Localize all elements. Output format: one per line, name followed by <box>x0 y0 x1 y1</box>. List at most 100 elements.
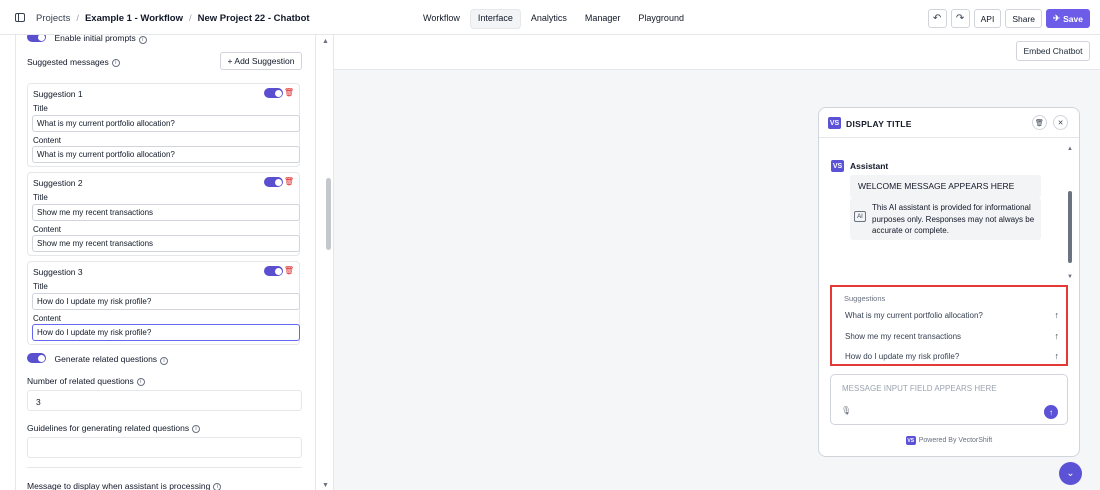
suggestions-heading: Suggestions <box>844 294 886 303</box>
arrow-up-icon: ↑ <box>1054 351 1060 361</box>
suggestion-title: Suggestion 3 <box>33 267 83 277</box>
message-input[interactable]: MESSAGE INPUT FIELD APPEARS HERE 🎙 ↑ <box>830 374 1068 425</box>
processing-label: Message to display when assistant is pro… <box>27 481 211 490</box>
number-related-input[interactable]: 3 <box>27 390 302 411</box>
info-icon: i <box>160 356 169 365</box>
chat-toggle-button[interactable]: ⌄ <box>1059 462 1082 485</box>
suggestion-chip-label: What is my current portfolio allocation? <box>845 311 983 320</box>
vectorshift-logo: VS <box>905 436 916 445</box>
content-label: Content <box>33 314 62 323</box>
arrow-up-icon: ↑ <box>1049 407 1053 417</box>
trash-icon[interactable]: 🗑 <box>284 88 294 97</box>
suggestion-content-field[interactable]: What is my current portfolio allocation? <box>32 146 300 163</box>
sidebar-toggle-icon[interactable] <box>15 13 25 22</box>
divider <box>27 467 302 468</box>
send-button[interactable]: ↑ <box>1044 405 1058 419</box>
settings-panel: Enable initial prompts i Suggested messag… <box>15 35 316 490</box>
title-label: Title <box>33 104 48 113</box>
clear-chat-button[interactable]: 🗑 <box>1032 115 1047 130</box>
guidelines-input[interactable] <box>27 437 302 458</box>
suggestion-card: Suggestion 2 🗑 Title Show me my recent t… <box>27 172 300 256</box>
breadcrumb-chatbot[interactable]: New Project 22 - Chatbot <box>198 13 310 24</box>
suggestion-content-field[interactable]: Show me my recent transactions <box>32 235 300 252</box>
suggestion-chip[interactable]: How do I update my risk profile? ↑ <box>845 351 1060 361</box>
scroll-down-icon[interactable]: ▼ <box>322 482 329 489</box>
generate-related-label: Generate related questions <box>54 354 158 364</box>
content-label: Content <box>33 136 62 145</box>
info-icon: i <box>138 35 147 44</box>
trash-icon[interactable]: 🗑 <box>284 266 294 275</box>
close-button[interactable]: ✕ <box>1053 115 1068 130</box>
vectorshift-logo: VS <box>828 117 841 129</box>
embed-chatbot-button[interactable]: Embed Chatbot <box>1016 41 1090 61</box>
suggestion-title-field[interactable]: Show me my recent transactions <box>32 204 300 221</box>
tab-analytics[interactable]: Analytics <box>523 9 575 29</box>
suggestion-card: Suggestion 1 🗑 Title What is my current … <box>27 83 300 167</box>
info-icon: i <box>111 58 120 67</box>
share-button[interactable]: Share <box>1005 9 1043 28</box>
enable-initial-prompts-label: Enable initial prompts <box>54 35 136 43</box>
save-label: Save <box>1063 13 1083 24</box>
suggestion-content-field[interactable]: How do I update my risk profile? <box>32 324 300 341</box>
suggestion-title: Suggestion 1 <box>33 89 83 99</box>
suggestion-toggle[interactable] <box>264 177 283 187</box>
suggestion-chip-label: How do I update my risk profile? <box>845 352 960 361</box>
welcome-message: WELCOME MESSAGE APPEARS HERE <box>850 175 1041 198</box>
tab-playground[interactable]: Playground <box>630 9 692 29</box>
main-tabs: Workflow Interface Analytics Manager Pla… <box>415 9 692 29</box>
tab-interface[interactable]: Interface <box>469 9 521 29</box>
tab-manager[interactable]: Manager <box>577 9 629 29</box>
api-button[interactable]: API <box>973 9 1002 28</box>
scrollbar-thumb[interactable] <box>326 178 331 250</box>
microphone-icon[interactable]: 🎙 <box>841 406 851 415</box>
suggestion-chip[interactable]: What is my current portfolio allocation?… <box>845 310 1060 320</box>
scroll-up-icon[interactable]: ▲ <box>1067 146 1073 152</box>
chat-scrollbar[interactable]: ▲ ▼ <box>1067 146 1075 280</box>
trash-icon[interactable]: 🗑 <box>284 177 294 186</box>
rocket-icon: ✈ <box>1053 13 1061 23</box>
arrow-up-icon: ↑ <box>1054 310 1060 320</box>
suggestion-title-field[interactable]: How do I update my risk profile? <box>32 293 300 310</box>
suggestion-toggle[interactable] <box>264 266 283 276</box>
enable-initial-prompts-toggle[interactable] <box>27 35 46 42</box>
info-icon: i <box>192 424 201 433</box>
info-icon: i <box>136 377 145 386</box>
disclaimer-box: AI This AI assistant is provided for inf… <box>850 198 1041 240</box>
save-button[interactable]: ✈ Save <box>1046 9 1090 28</box>
trash-icon: 🗑 <box>1035 119 1044 127</box>
undo-button[interactable]: ↶ <box>927 9 947 28</box>
arrow-up-icon: ↑ <box>1054 331 1060 341</box>
suggestion-toggle[interactable] <box>264 88 283 98</box>
undo-icon: ↶ <box>932 13 942 24</box>
top-bar: Projects / Example 1 - Workflow / New Projec… <box>0 0 1100 35</box>
title-label: Title <box>33 193 48 202</box>
info-icon: i <box>213 482 222 490</box>
breadcrumb-projects[interactable]: Projects <box>36 13 70 24</box>
title-label: Title <box>33 282 48 291</box>
breadcrumb: Projects / Example 1 - Workflow / New Projec… <box>36 13 310 24</box>
redo-button[interactable]: ↷ <box>950 9 970 28</box>
suggestion-chip-label: Show me my recent transactions <box>845 332 962 341</box>
add-suggestion-button[interactable]: + Add Suggestion <box>220 52 302 70</box>
scroll-down-icon[interactable]: ▼ <box>1067 274 1073 280</box>
number-related-label: Number of related questions <box>27 376 134 386</box>
close-icon: ✕ <box>1057 119 1064 127</box>
powered-by-text: Powered By VectorShift <box>918 437 993 444</box>
suggestion-card: Suggestion 3 🗑 Title How do I update my … <box>27 261 300 345</box>
chat-widget: VS DISPLAY TITLE 🗑 ✕ VS Assistant WELCOM… <box>818 107 1080 457</box>
suggestions-highlight-box: Suggestions What is my current portfolio… <box>830 285 1068 366</box>
disclaimer-text: This AI assistant is provided for inform… <box>872 203 1035 235</box>
assistant-name: Assistant <box>850 161 889 171</box>
suggestion-title-field[interactable]: What is my current portfolio allocation? <box>32 115 300 132</box>
suggestion-chip[interactable]: Show me my recent transactions ↑ <box>845 331 1060 341</box>
settings-scrollbar[interactable]: ▲ ▼ <box>318 35 334 490</box>
tab-workflow[interactable]: Workflow <box>415 9 468 29</box>
redo-icon: ↷ <box>955 13 965 24</box>
chat-title: DISPLAY TITLE <box>846 119 912 129</box>
scroll-up-icon[interactable]: ▲ <box>322 38 329 45</box>
assistant-avatar: VS <box>831 160 844 172</box>
generate-related-toggle[interactable] <box>27 353 46 363</box>
suggested-messages-label: Suggested messages <box>27 57 109 67</box>
breadcrumb-workflow[interactable]: Example 1 - Workflow <box>85 13 183 24</box>
scrollbar-thumb[interactable] <box>1068 191 1072 263</box>
